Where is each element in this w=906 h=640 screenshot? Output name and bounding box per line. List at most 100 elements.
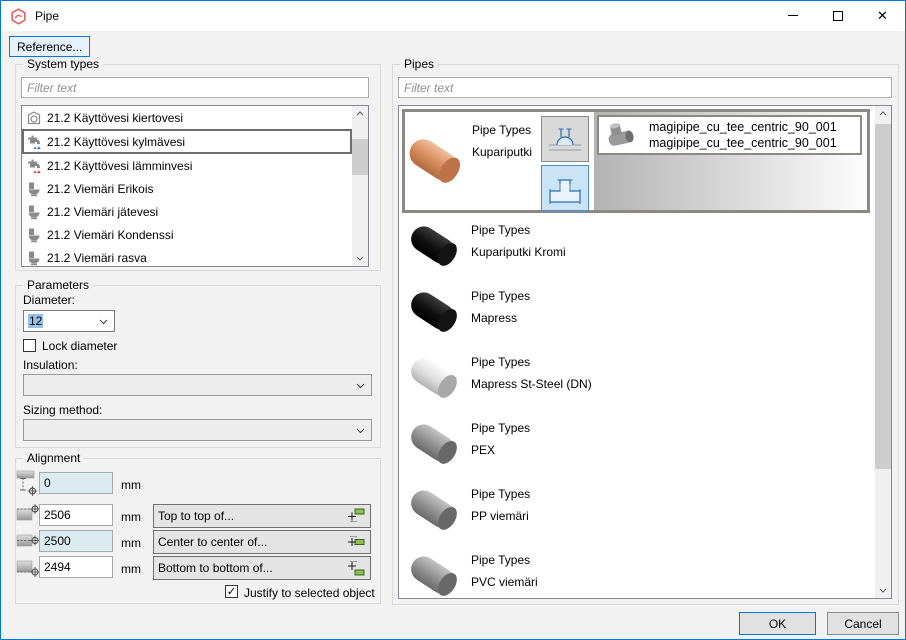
- align-top-target-icon: [344, 508, 366, 524]
- scrollbar-thumb[interactable]: [352, 139, 368, 175]
- bottom-distance-input[interactable]: [39, 556, 113, 578]
- system-types-scrollbar[interactable]: [352, 106, 368, 266]
- pipes-scrollbar[interactable]: [875, 106, 891, 598]
- pipe-type-line1: Pipe Types: [471, 223, 530, 237]
- pipe-type-line1: Pipe Types: [471, 355, 530, 369]
- pipe-image: [406, 218, 466, 279]
- system-type-row[interactable]: 21.2 Viemäri Erikois: [22, 177, 352, 200]
- center-distance-input[interactable]: [39, 530, 113, 552]
- faucet-cold-icon: [26, 134, 42, 150]
- parameters-group-label: Parameters: [23, 278, 93, 292]
- top-distance-input[interactable]: [39, 504, 113, 526]
- top-to-top-label: Top to top of...: [158, 509, 344, 523]
- scroll-up-icon[interactable]: [875, 106, 891, 121]
- align-center-target-icon: [344, 534, 366, 550]
- justify-label: Justify to selected object: [244, 586, 375, 600]
- diameter-label: Diameter:: [23, 293, 75, 307]
- pipe-image: [406, 284, 466, 345]
- fitting-row-selected[interactable]: magipipe_cu_tee_centric_90_001 magipipe_…: [597, 115, 862, 155]
- system-type-row[interactable]: 21.2 Viemäri jätevesi: [22, 200, 352, 223]
- top-to-top-button[interactable]: Top to top of...: [153, 504, 371, 528]
- scroll-down-icon[interactable]: [352, 251, 368, 266]
- maximize-button[interactable]: [815, 1, 860, 30]
- insulation-combobox[interactable]: [23, 374, 372, 396]
- close-button[interactable]: ✕: [860, 1, 905, 30]
- center-to-center-button[interactable]: Center to center of...: [153, 530, 371, 554]
- scrollbar-thumb[interactable]: [875, 124, 891, 469]
- pipes-group-label: Pipes: [400, 57, 438, 71]
- fitting-list-panel: magipipe_cu_tee_centric_90_001 magipipe_…: [594, 112, 867, 210]
- close-icon: ✕: [877, 9, 888, 22]
- pipe-type-line2: PVC viemäri: [471, 575, 538, 589]
- system-type-label: 21.2 Viemäri jätevesi: [47, 205, 158, 219]
- tee-fitting-icon: [545, 168, 585, 208]
- minimize-button[interactable]: [770, 1, 815, 30]
- fitting-option-tee-button[interactable]: [541, 165, 589, 211]
- pipe-type-line1: Pipe Types: [471, 421, 530, 435]
- system-types-group-label: System types: [23, 57, 103, 71]
- scroll-up-icon[interactable]: [352, 106, 368, 121]
- align-bottom-target-icon: [344, 560, 366, 576]
- fitting-name: magipipe_cu_tee_centric_90_001: [649, 119, 837, 135]
- system-type-row[interactable]: 21.2 Käyttövesi lämminvesi: [22, 154, 352, 177]
- diameter-combobox[interactable]: 12: [23, 310, 115, 332]
- lock-diameter-label: Lock diameter: [42, 339, 117, 353]
- pipe-type-row[interactable]: Pipe Types Mapress St-Steel (DN): [402, 348, 857, 410]
- maximize-icon: [833, 11, 843, 21]
- pipe-type-line2: Kupariputki: [472, 145, 532, 159]
- minimize-icon: [788, 15, 798, 16]
- justify-checkbox[interactable]: [225, 585, 238, 598]
- pipe-type-row[interactable]: Pipe Types Kupariputki Kromi: [402, 216, 857, 278]
- system-type-row[interactable]: 21.2 Viemäri rasva: [22, 246, 352, 267]
- pipe-type-line2: PEX: [471, 443, 495, 457]
- system-type-row[interactable]: 21.2 Viemäri Kondenssi: [22, 223, 352, 246]
- unit-label: mm: [121, 536, 141, 550]
- cancel-button[interactable]: Cancel: [827, 612, 899, 635]
- pipe-type-row[interactable]: Pipe Types Mapress: [402, 282, 857, 344]
- ok-button[interactable]: OK: [739, 612, 816, 635]
- toilet-icon: [26, 181, 42, 197]
- sizing-method-combobox[interactable]: [23, 419, 372, 441]
- app-logo-icon: [10, 8, 27, 25]
- scroll-down-icon[interactable]: [875, 583, 891, 598]
- pipe-type-line1: Pipe Types: [471, 289, 530, 303]
- lock-diameter-checkbox[interactable]: [23, 339, 36, 352]
- system-type-row-selected[interactable]: 21.2 Käyttövesi kylmävesi: [22, 129, 352, 154]
- align-center-icon: [16, 526, 40, 554]
- system-type-label: 21.2 Viemäri Kondenssi: [47, 228, 174, 242]
- toilet-icon: [26, 227, 42, 243]
- pipes-filter-input[interactable]: [398, 77, 892, 98]
- saddle-fitting-icon: [545, 119, 585, 159]
- bottom-to-bottom-button[interactable]: Bottom to bottom of...: [153, 556, 371, 580]
- chevron-down-icon[interactable]: [99, 314, 108, 328]
- pipe-type-row[interactable]: Pipe Types PEX: [402, 414, 857, 476]
- pipe-image: [405, 118, 469, 209]
- system-types-list: 21.2 Käyttövesi kiertovesi 21.2 Käyttöve…: [21, 105, 369, 267]
- pipe-type-line1: Pipe Types: [472, 123, 531, 137]
- system-type-row[interactable]: 21.2 Käyttövesi kiertovesi: [22, 106, 352, 129]
- toilet-icon: [26, 204, 42, 220]
- fitting-option-saddle-button[interactable]: [541, 116, 589, 162]
- pipe-type-row[interactable]: Pipe Types PP viemäri: [402, 480, 857, 542]
- unit-label: mm: [121, 562, 141, 576]
- elevation-icon: [16, 469, 40, 497]
- reference-button[interactable]: Reference...: [9, 36, 90, 57]
- system-types-filter-input[interactable]: [21, 77, 369, 98]
- fitting-name: magipipe_cu_tee_centric_90_001: [649, 135, 837, 151]
- unit-label: mm: [121, 510, 141, 524]
- pipe-type-row-selected[interactable]: Pipe Types Kupariputki: [402, 109, 870, 213]
- pipe-dialog: Pipe ✕ Reference... System types 21.2 Kä…: [0, 0, 906, 640]
- bottom-to-bottom-label: Bottom to bottom of...: [158, 561, 344, 575]
- chevron-down-icon[interactable]: [356, 378, 365, 392]
- circulation-icon: [26, 110, 42, 126]
- diameter-value: 12: [28, 314, 43, 328]
- chevron-down-icon[interactable]: [356, 423, 365, 437]
- window-title: Pipe: [35, 9, 59, 23]
- elevation-input[interactable]: [39, 472, 113, 494]
- system-type-label: 21.2 Käyttövesi kiertovesi: [47, 111, 183, 125]
- pipe-type-line2: Mapress: [471, 311, 517, 325]
- toilet-icon: [26, 250, 42, 266]
- sizing-method-label: Sizing method:: [23, 403, 102, 417]
- pipe-image: [406, 548, 466, 599]
- pipe-type-row[interactable]: Pipe Types PVC viemäri: [402, 546, 857, 599]
